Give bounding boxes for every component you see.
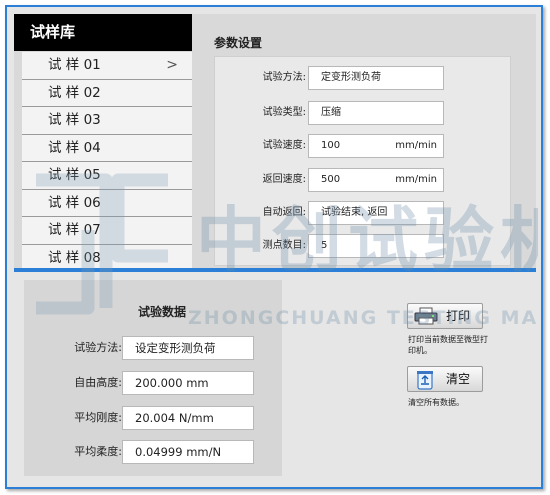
sample-item-label: 试 样 02: [48, 84, 101, 101]
test-speed-field[interactable]: 100 mm/min: [308, 134, 444, 158]
avg-compliance-value: 0.04999 mm/N: [122, 440, 254, 464]
data-row-free-height: 自由高度: 200.000 mm: [40, 371, 256, 395]
param-label: 试验类型:: [262, 107, 306, 118]
printer-icon: [414, 307, 438, 333]
data-row-method: 试验方法: 设定变形测负荷: [40, 336, 256, 360]
param-label: 自动返回:: [262, 207, 306, 218]
print-button-label: 打印: [446, 309, 471, 323]
sample-item-02[interactable]: 试 样 02: [22, 79, 192, 107]
sample-item-label: 试 样 03: [48, 112, 101, 128]
test-data-title: 试验数据: [138, 305, 187, 319]
sample-item-label: 试 样 01: [48, 57, 101, 73]
return-speed-unit: mm/min: [395, 174, 437, 185]
test-type-field[interactable]: 压缩: [308, 101, 444, 125]
sample-item-03[interactable]: 试 样 03: [22, 107, 192, 135]
sample-item-06[interactable]: 试 样 06: [22, 189, 192, 217]
clear-note: 清空所有数据。: [408, 398, 464, 407]
print-button[interactable]: 打印: [407, 303, 483, 329]
clear-button-label: 清空: [446, 372, 471, 386]
param-row-return-speed: 返回速度: 500 mm/min: [214, 168, 444, 192]
param-row-auto-return: 自动返回: 试验结束, 返回: [214, 201, 444, 225]
data-label: 试验方法:: [74, 341, 122, 354]
sample-library-list: 试 样 01 > 试 样 02 试 样 03 试 样 04 试 样 05 试 样…: [22, 52, 192, 272]
print-note: 打印当前数据至微型打印机。: [408, 335, 488, 355]
chevron-right-icon: >: [166, 57, 178, 73]
avg-stiffness-value: 20.004 N/mm: [122, 406, 254, 430]
free-height-value: 200.000 mm: [122, 371, 254, 395]
param-settings-title: 参数设置: [214, 36, 263, 50]
data-label: 平均刚度:: [74, 411, 122, 424]
point-count-field[interactable]: 5: [308, 234, 444, 258]
param-label: 测点数目:: [262, 240, 306, 251]
data-row-stiffness: 平均刚度: 20.004 N/mm: [40, 406, 256, 430]
param-label: 返回速度:: [262, 174, 306, 185]
param-row-speed: 试验速度: 100 mm/min: [214, 134, 444, 158]
clear-button[interactable]: 清空: [407, 366, 483, 392]
sample-library-title: 试样库: [14, 14, 192, 51]
param-row-type: 试验类型: 压缩: [214, 101, 444, 125]
speed-unit: mm/min: [395, 140, 437, 151]
sample-item-label: 试 样 06: [48, 194, 101, 211]
sample-item-07[interactable]: 试 样 07: [22, 217, 192, 245]
sample-item-05[interactable]: 试 样 05: [22, 162, 192, 190]
param-label: 试验速度:: [262, 140, 306, 151]
recycle-bin-icon: [414, 370, 436, 398]
param-label: 试验方法:: [262, 72, 306, 83]
sample-item-label: 试 样 04: [48, 139, 101, 156]
data-label: 自由高度:: [74, 376, 122, 389]
sample-item-label: 试 样 07: [48, 222, 101, 238]
data-label: 平均柔度:: [74, 445, 122, 458]
sample-item-label: 试 样 08: [48, 249, 101, 266]
sample-item-04[interactable]: 试 样 04: [22, 134, 192, 162]
return-speed-field[interactable]: 500 mm/min: [308, 168, 444, 192]
sample-item-01[interactable]: 试 样 01 >: [22, 52, 192, 80]
param-row-method: 试验方法: 定变形测负荷: [214, 66, 444, 90]
data-row-compliance: 平均柔度: 0.04999 mm/N: [40, 440, 256, 464]
param-row-points: 测点数目: 5: [214, 234, 444, 258]
test-method-field[interactable]: 定变形测负荷: [308, 66, 444, 90]
sample-item-label: 试 样 05: [48, 167, 101, 183]
data-method-value: 设定变形测负荷: [122, 336, 254, 360]
auto-return-field[interactable]: 试验结束, 返回: [308, 201, 444, 225]
